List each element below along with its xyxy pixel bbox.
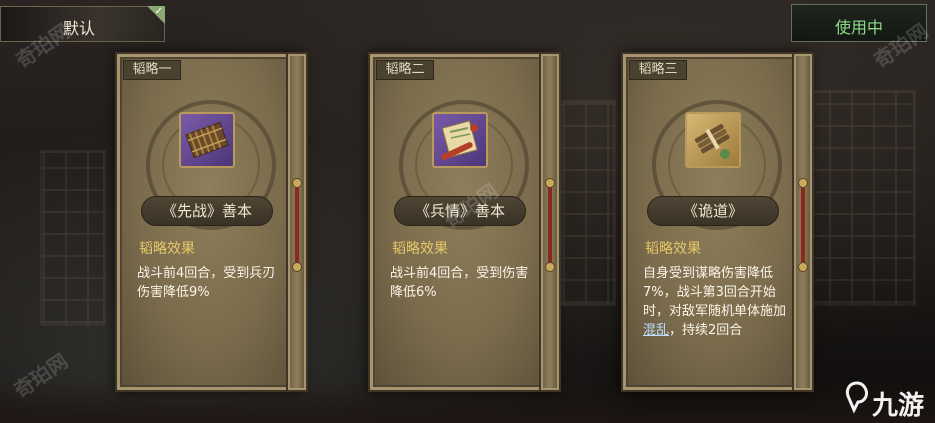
card-side-rail: [286, 52, 308, 392]
effect-description: 自身受到谋略伤害降低7%，战斗第3回合开始时，对敌军随机单体施加混乱，持续2回合: [643, 264, 793, 340]
strategy-name: 《先战》善本: [141, 196, 273, 226]
bamboo-bundle-icon: [685, 112, 741, 168]
effect-title: 韬略效果: [392, 241, 448, 257]
effect-title: 韬略效果: [645, 241, 701, 257]
card-side-rail: [539, 52, 561, 392]
effect-description: 战斗前4回合，受到伤害降低6%: [390, 266, 529, 300]
background-window-lattice: [560, 100, 616, 306]
card-side-rail: [792, 52, 814, 392]
strategy-name: 《诡道》: [647, 196, 779, 226]
rail-knob: [292, 178, 302, 188]
jiuyou-logo-icon: [845, 381, 868, 414]
card-tag: 韬略二: [376, 60, 434, 80]
effect-title: 韬略效果: [139, 241, 195, 257]
bamboo-scroll-icon: [179, 112, 235, 168]
rail-bar: [801, 182, 805, 268]
rail-knob: [545, 178, 555, 188]
card-tag: 韬略一: [123, 60, 181, 80]
rail-bar: [548, 182, 552, 268]
effect-text-before: 自身受到谋略伤害降低7%，战斗第3回合开始时，对敌军随机单体施加: [643, 266, 787, 319]
site-logo-text: 九游: [872, 391, 925, 421]
checkmark-icon: ✓: [154, 6, 163, 17]
tab-default[interactable]: 默认 ✓: [0, 6, 165, 42]
strategy-card-1[interactable]: 韬略一 《先战》善本 韬略效果 战斗前4回合，受到兵刃伤害降低9%: [115, 52, 303, 392]
rail-knob: [545, 262, 555, 272]
strategy-card-3[interactable]: 韬略三 《诡道》 韬略效果 自身受到谋略伤害降低7%，战斗第3回合开始时，对敌军…: [621, 52, 809, 392]
card-tag: 韬略三: [629, 60, 687, 80]
rail-knob: [798, 178, 808, 188]
effect-description: 战斗前4回合，受到兵刃伤害降低9%: [137, 266, 276, 300]
paper-scroll-icon: [432, 112, 488, 168]
effect-text-after: ，持续2回合: [669, 323, 743, 338]
rail-knob: [292, 262, 302, 272]
background-window-lattice: [40, 150, 106, 326]
rail-knob: [798, 262, 808, 272]
status-effect-link[interactable]: 混乱: [643, 323, 669, 338]
rail-bar: [295, 182, 299, 268]
